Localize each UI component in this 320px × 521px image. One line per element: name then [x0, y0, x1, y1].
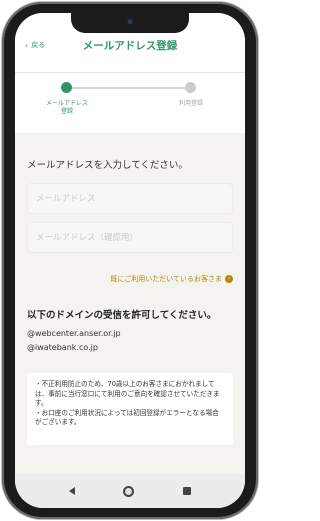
nav-home-icon[interactable] [123, 485, 135, 497]
stepper-line [67, 87, 191, 89]
email-confirm-input[interactable] [36, 232, 224, 243]
domain-item: @webcenter.anser.or.jp [27, 329, 121, 338]
email-confirm-field[interactable] [27, 222, 233, 253]
step-1-indicator [61, 82, 72, 93]
phone-frame: ‹ 戻る メールアドレス登録 メールアドレス 登録 利用登録 メールアドレスを入… [2, 2, 258, 519]
email-prompt: メールアドレスを入力してください。 [27, 160, 188, 171]
step-2-label: 利用登録 [161, 100, 221, 108]
app-screen: ‹ 戻る メールアドレス登録 メールアドレス 登録 利用登録 メールアドレスを入… [15, 13, 245, 508]
nav-recents-icon[interactable] [182, 487, 191, 495]
notch [71, 13, 189, 33]
existing-customer-label: 既にご利用いただいているお客さま [110, 275, 222, 283]
step-1-label: メールアドレス 登録 [37, 100, 97, 116]
email-field[interactable] [27, 183, 233, 214]
progress-stepper: メールアドレス 登録 利用登録 [15, 73, 245, 133]
notice-line-1: ・不正利用防止のため、70歳以上のお客さまにおかれましては、事前に当行窓口にて利… [35, 380, 220, 407]
email-input[interactable] [36, 193, 224, 204]
notice-line-2: ・お口座のご利用状況によっては初回登録がエラーとなる場合がございます。 [35, 408, 219, 427]
domain-item: @iwatebank.co.jp [27, 343, 98, 352]
page-title: メールアドレス登録 [82, 40, 178, 52]
domain-allow-title: 以下のドメインの受信を許可してください。 [27, 310, 217, 321]
existing-customer-link[interactable]: 既にご利用いただいているお客さま › [110, 274, 233, 284]
step-2-label-line1: 利用登録 [178, 100, 203, 107]
system-nav-bar [15, 474, 245, 508]
step-2-indicator [185, 82, 196, 93]
step-1-label-line1: メールアドレス [45, 100, 88, 107]
notice-box: ・不正利用防止のため、70歳以上のお客さまにおかれましては、事前に当行窓口にて利… [27, 373, 233, 445]
step-1-label-line2: 登録 [60, 108, 73, 115]
chevron-right-icon: › [225, 275, 233, 283]
front-camera [127, 19, 133, 24]
nav-back-icon[interactable] [69, 487, 76, 495]
